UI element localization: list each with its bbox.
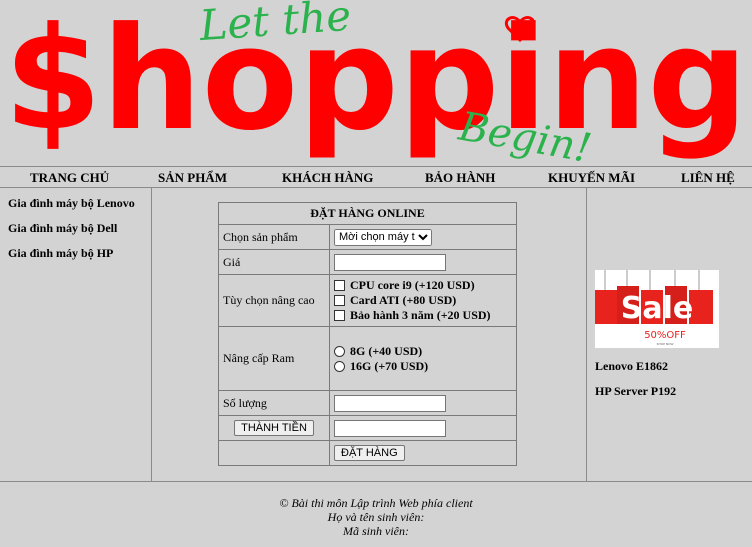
quantity-input[interactable] <box>334 394 446 412</box>
footer-copyright: © Bài thi môn Lập trình Web phía client <box>279 496 473 510</box>
nav-item-customers[interactable]: KHÁCH HÀNG <box>282 170 373 186</box>
nav-item-home[interactable]: TRANG CHỦ <box>30 170 109 186</box>
banner: Let the $hopping Begin! <box>0 0 752 166</box>
banner-main-text: $hopping <box>4 0 748 162</box>
footer-student-id: Mã sinh viên: <box>343 524 409 538</box>
price-input[interactable] <box>334 253 446 271</box>
product-select[interactable]: Mời chọn máy tính <box>334 228 432 246</box>
product-lenovo-e1862[interactable]: Lenovo E1862 <box>595 359 668 374</box>
empty-cell <box>218 440 330 466</box>
product-label: Chọn sản phẩm <box>218 224 330 250</box>
quantity-label: Số lượng <box>218 390 330 416</box>
ram-option-16g[interactable]: 16G (+70 USD) <box>334 359 512 374</box>
card-checkbox[interactable] <box>334 295 345 306</box>
total-button[interactable]: THÀNH TIỀN <box>234 420 314 436</box>
ram-option-8g[interactable]: 8G (+40 USD) <box>334 344 512 359</box>
option-warranty[interactable]: Bảo hành 3 năm (+20 USD) <box>334 308 512 323</box>
option-cpu[interactable]: CPU core i9 (+120 USD) <box>334 278 512 293</box>
sale-tags-image: Sale 50%OFF SHOP NOW <box>595 270 713 346</box>
options-label: Tùy chọn nâng cao <box>218 274 330 327</box>
product-hp-server[interactable]: HP Server P192 <box>595 384 676 399</box>
total-input[interactable] <box>334 419 446 437</box>
sidebar-item-hp[interactable]: Gia đình máy bộ HP <box>8 246 113 261</box>
cpu-checkbox[interactable] <box>334 280 345 291</box>
form-title: ĐẶT HÀNG ONLINE <box>218 202 517 225</box>
main-nav: TRANG CHỦ SẢN PHẨM KHÁCH HÀNG BẢO HÀNH K… <box>0 166 752 188</box>
footer-student-name: Họ và tên sinh viên: <box>327 510 425 524</box>
nav-item-products[interactable]: SẢN PHẨM <box>158 170 227 186</box>
shopping-logo: Let the $hopping Begin! <box>4 0 748 166</box>
order-form: ĐẶT HÀNG ONLINE Chọn sản phẩm Mời chọn m… <box>218 202 517 466</box>
option-warranty-label: Bảo hành 3 năm (+20 USD) <box>350 308 491 322</box>
ram-16g-radio[interactable] <box>334 360 345 372</box>
sale-sub: 50%OFF <box>644 330 686 341</box>
sale-banner[interactable]: Sale 50%OFF SHOP NOW <box>595 270 719 348</box>
order-button[interactable]: ĐẶT HÀNG <box>334 445 405 461</box>
ram-16g-label: 16G (+70 USD) <box>350 358 429 373</box>
nav-item-promotions[interactable]: KHUYẾN MÃI <box>548 170 635 186</box>
sidebar: Gia đình máy bộ Lenovo Gia đình máy bộ D… <box>0 188 152 481</box>
warranty-checkbox[interactable] <box>334 310 345 321</box>
sidebar-item-lenovo[interactable]: Gia đình máy bộ Lenovo <box>8 196 135 211</box>
nav-item-contact[interactable]: LIÊN HỆ <box>681 170 735 186</box>
option-card-label: Card ATI (+80 USD) <box>350 293 457 307</box>
price-label: Giá <box>218 249 330 275</box>
right-sidebar: Sale 50%OFF SHOP NOW Lenovo E1862 HP Ser… <box>586 188 752 481</box>
sale-text: Sale <box>621 291 693 326</box>
option-card[interactable]: Card ATI (+80 USD) <box>334 293 512 308</box>
sale-tiny: SHOP NOW <box>657 342 674 346</box>
sidebar-item-dell[interactable]: Gia đình máy bộ Dell <box>8 221 117 236</box>
footer: © Bài thi môn Lập trình Web phía client … <box>0 481 752 547</box>
ram-8g-label: 8G (+40 USD) <box>350 343 423 358</box>
ram-8g-radio[interactable] <box>334 345 345 357</box>
nav-item-warranty[interactable]: BẢO HÀNH <box>425 170 495 186</box>
option-cpu-label: CPU core i9 (+120 USD) <box>350 278 475 292</box>
ram-label: Nâng cấp Ram <box>218 326 330 391</box>
